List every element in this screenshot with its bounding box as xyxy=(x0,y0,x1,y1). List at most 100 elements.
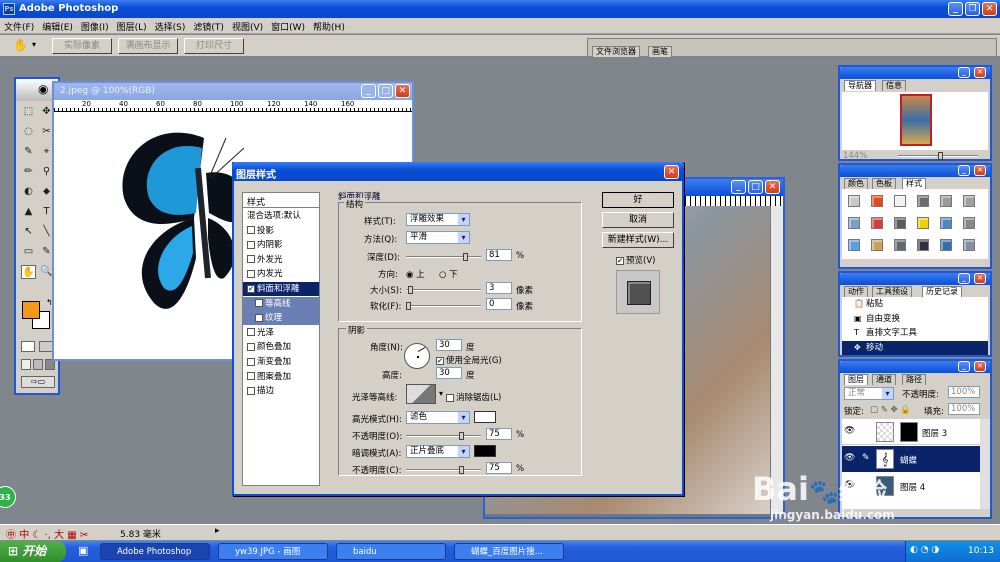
foreground-color[interactable] xyxy=(22,301,40,319)
direction-down-radio[interactable]: ○ 下 xyxy=(439,268,458,280)
layers-scrollbar[interactable] xyxy=(980,419,990,509)
tab-navigator[interactable]: 导航器 xyxy=(844,80,876,91)
style-swatch[interactable] xyxy=(871,217,883,229)
angle-dial[interactable] xyxy=(404,343,430,369)
history-item[interactable]: 📋 粘贴 xyxy=(842,297,988,311)
healing-tool-icon[interactable]: ✏ xyxy=(21,165,36,179)
dialog-close-button[interactable]: ✕ xyxy=(664,165,679,179)
stamp-tool-icon[interactable]: ◐ xyxy=(21,185,36,199)
print-size-button[interactable]: 打印尺寸 xyxy=(184,38,244,54)
tab-history[interactable]: 历史记录 xyxy=(922,286,962,297)
style-swatch[interactable] xyxy=(848,195,860,207)
dialog-title-bar[interactable]: 图层样式 ✕ xyxy=(232,162,684,181)
styles-close-button[interactable]: ✕ xyxy=(974,165,986,176)
style-swatch[interactable] xyxy=(963,239,975,251)
document2-scrollbar[interactable] xyxy=(771,206,783,514)
size-slider[interactable] xyxy=(406,286,481,294)
style-swatch[interactable] xyxy=(848,239,860,251)
taskbar-item[interactable]: 蝴蝶_百度图片搜... xyxy=(454,543,564,560)
tab-paths[interactable]: 路径 xyxy=(902,374,926,385)
navigator-min-button[interactable]: _ xyxy=(958,67,970,78)
style-list-item[interactable]: 外发光 xyxy=(243,253,319,267)
doc-close-button[interactable]: ✕ xyxy=(395,84,410,98)
menu-item-5[interactable]: 滤镜(T) xyxy=(193,20,224,33)
style-swatch[interactable] xyxy=(940,239,952,251)
gloss-contour-picker[interactable]: ▾ xyxy=(406,384,443,404)
new-style-button[interactable]: 新建样式(W)... xyxy=(602,232,674,248)
ok-button[interactable]: 好 xyxy=(602,192,674,208)
quickmask-mode-icon[interactable] xyxy=(39,341,53,352)
depth-slider[interactable] xyxy=(406,253,481,261)
eraser-tool-icon[interactable]: ▲ xyxy=(21,205,36,219)
blend-mode-select[interactable]: 正常 xyxy=(844,387,894,400)
style-list-item[interactable]: 纹理 xyxy=(243,311,319,326)
jump-to-imageready-icon[interactable]: ⇨▭ xyxy=(21,376,55,388)
layer-opacity-input[interactable]: 100% xyxy=(948,386,980,398)
style-list-item[interactable]: 等高线 xyxy=(243,296,319,311)
visibility-eye-icon[interactable]: 👁 xyxy=(844,453,855,463)
history-item[interactable]: T 直排文字工具 xyxy=(842,326,988,340)
style-swatch[interactable] xyxy=(940,195,952,207)
fill-input[interactable]: 100% xyxy=(948,403,980,415)
menu-item-7[interactable]: 窗口(W) xyxy=(271,20,305,33)
crop-tool-icon[interactable]: ✎ xyxy=(21,145,36,159)
style-list-item[interactable]: 光泽 xyxy=(243,326,319,340)
doc2-maximize-button[interactable]: □ xyxy=(748,180,763,194)
style-list-item[interactable]: 颜色叠加 xyxy=(243,340,319,354)
pen-tool-icon[interactable]: ✋ xyxy=(21,265,36,279)
style-list-item[interactable]: 斜面和浮雕 xyxy=(243,282,319,296)
highlight-opacity-slider[interactable] xyxy=(406,432,481,440)
actual-pixels-button[interactable]: 实际像素 xyxy=(52,38,112,54)
quicklaunch-icon[interactable]: ▣ xyxy=(78,544,88,557)
style-list-item[interactable]: 描边 xyxy=(243,384,319,398)
cancel-button[interactable]: 取消 xyxy=(602,212,674,228)
lock-icons[interactable]: ▢ ✎ ✥ 🔒 xyxy=(870,405,911,415)
minimize-button[interactable]: _ xyxy=(948,2,963,16)
style-list-item[interactable]: 图案叠加 xyxy=(243,370,319,384)
taskbar-item[interactable]: yw39.JPG - 画图 xyxy=(218,543,328,560)
style-swatch[interactable] xyxy=(963,217,975,229)
screen-mode-icons[interactable] xyxy=(21,359,55,370)
start-button[interactable]: ⊞ 开始 xyxy=(0,541,66,562)
layers-close-button[interactable]: ✕ xyxy=(974,361,986,372)
path-select-tool-icon[interactable]: ▭ xyxy=(21,245,36,259)
marquee-tool-icon[interactable]: ⬚ xyxy=(21,105,36,119)
taskbar-item[interactable]: Adobe Photoshop xyxy=(100,543,210,560)
tab-file-browser[interactable]: 文件浏览器 xyxy=(592,46,640,57)
style-swatch[interactable] xyxy=(894,239,906,251)
doc-minimize-button[interactable]: _ xyxy=(361,84,376,98)
blur-tool-icon[interactable]: ↖ xyxy=(21,225,36,239)
soften-input[interactable]: 0 xyxy=(486,298,512,310)
tab-brushes[interactable]: 画笔 xyxy=(648,46,672,57)
standard-mode-icon[interactable] xyxy=(21,341,35,352)
preview-checkbox[interactable]: 预览(V) xyxy=(616,254,655,266)
highlight-mode-select[interactable]: 滤色 xyxy=(406,411,470,424)
history-item[interactable]: ✥ 移动 xyxy=(842,340,988,355)
shadow-opacity-input[interactable]: 75 xyxy=(486,462,512,474)
shadow-color-swatch[interactable] xyxy=(474,445,496,457)
history-item[interactable]: ▣ 自由变换 xyxy=(842,312,988,326)
style-list-item[interactable]: 混合选项:默认 xyxy=(243,209,319,223)
doc2-minimize-button[interactable]: _ xyxy=(731,180,746,194)
history-close-button[interactable]: ✕ xyxy=(974,273,986,284)
tab-swatches[interactable]: 色板 xyxy=(872,178,896,189)
navigator-panel-bar[interactable]: _ ✕ xyxy=(840,67,990,79)
layers-min-button[interactable]: _ xyxy=(958,361,970,372)
ime-toolbar[interactable]: ㊥ 中 ☾ ·, 大 ▦ ✂ xyxy=(6,526,88,541)
navigator-close-button[interactable]: ✕ xyxy=(974,67,986,78)
highlight-color-swatch[interactable] xyxy=(474,411,496,423)
style-swatch[interactable] xyxy=(871,239,883,251)
style-swatch[interactable] xyxy=(917,239,929,251)
history-panel-bar[interactable]: _ ✕ xyxy=(840,273,990,285)
navigator-zoom-slider[interactable] xyxy=(898,152,978,160)
anti-alias-checkbox[interactable]: 消除锯齿(L) xyxy=(446,391,501,403)
style-swatch[interactable] xyxy=(894,195,906,207)
doc2-close-button[interactable]: ✕ xyxy=(765,180,780,194)
highlight-opacity-input[interactable]: 75 xyxy=(486,428,512,440)
menu-item-2[interactable]: 图像(I) xyxy=(81,20,109,33)
style-list-header[interactable]: 样式 xyxy=(243,193,319,208)
tab-color[interactable]: 颜色 xyxy=(844,178,868,189)
lasso-tool-icon[interactable]: ◌ xyxy=(21,125,36,139)
layer-row[interactable]: 👁 图层 3 xyxy=(842,419,980,445)
menu-item-1[interactable]: 编辑(E) xyxy=(42,20,73,33)
